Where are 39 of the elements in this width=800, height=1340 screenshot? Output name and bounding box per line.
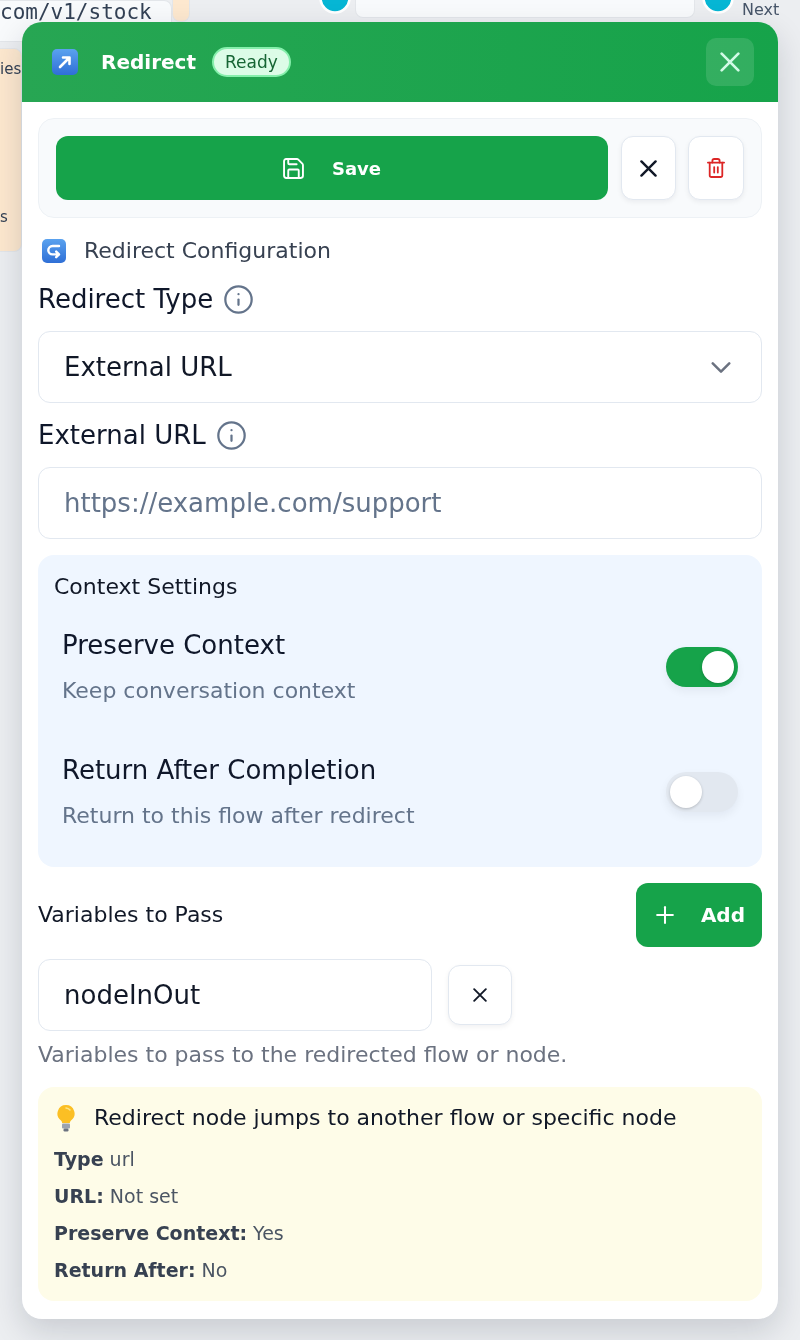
toggle-switch[interactable] bbox=[666, 647, 738, 687]
delete-button[interactable] bbox=[688, 136, 744, 200]
edge-label: Next bbox=[742, 0, 780, 20]
field-label: Redirect Type bbox=[38, 283, 214, 315]
trash-icon bbox=[707, 158, 725, 178]
setting-description: Return to this flow after redirect bbox=[62, 802, 415, 830]
cancel-button[interactable] bbox=[621, 136, 676, 200]
variables-title: Variables to Pass bbox=[38, 901, 224, 929]
summary-line: Type url bbox=[54, 1147, 136, 1172]
summary-line: URL: Not set bbox=[54, 1184, 180, 1209]
setting-title: Preserve Context bbox=[62, 629, 287, 661]
summary-line: Return After: No bbox=[54, 1258, 229, 1283]
card-title: Context Settings bbox=[54, 573, 239, 601]
plus-icon bbox=[655, 906, 674, 924]
section-title: Redirect Configuration bbox=[84, 237, 331, 265]
node-text: s bbox=[0, 207, 9, 228]
lightbulb-icon bbox=[56, 1104, 76, 1132]
close-icon bbox=[720, 52, 740, 72]
close-icon bbox=[640, 159, 657, 177]
chevron-down-icon bbox=[711, 361, 731, 373]
redirect-type-select[interactable]: External URL bbox=[38, 331, 762, 403]
status-badge: Ready bbox=[212, 47, 291, 77]
node-text: com/v1/stock bbox=[0, 1, 153, 23]
setting-description: Keep conversation context bbox=[62, 677, 356, 705]
close-icon bbox=[473, 988, 487, 1002]
panel-title: Redirect bbox=[101, 49, 196, 76]
toggle-switch[interactable] bbox=[666, 772, 738, 812]
field-label: External URL bbox=[38, 419, 206, 451]
summary-title: Redirect node jumps to another flow or specific node bbox=[94, 1104, 677, 1132]
variable-input[interactable]: nodeInOut bbox=[38, 959, 432, 1031]
info-icon bbox=[216, 420, 246, 450]
summary-line: Preserve Context: Yes bbox=[54, 1221, 285, 1246]
info-icon bbox=[224, 284, 254, 314]
close-button[interactable] bbox=[706, 38, 754, 86]
help-text: Variables to pass to the redirected flow or node. bbox=[38, 1041, 569, 1069]
save-icon bbox=[282, 157, 304, 179]
setting-title: Return After Completion bbox=[62, 754, 378, 786]
node-text: ies bbox=[0, 59, 21, 80]
url-input[interactable]: https://example.com/support bbox=[38, 467, 762, 539]
